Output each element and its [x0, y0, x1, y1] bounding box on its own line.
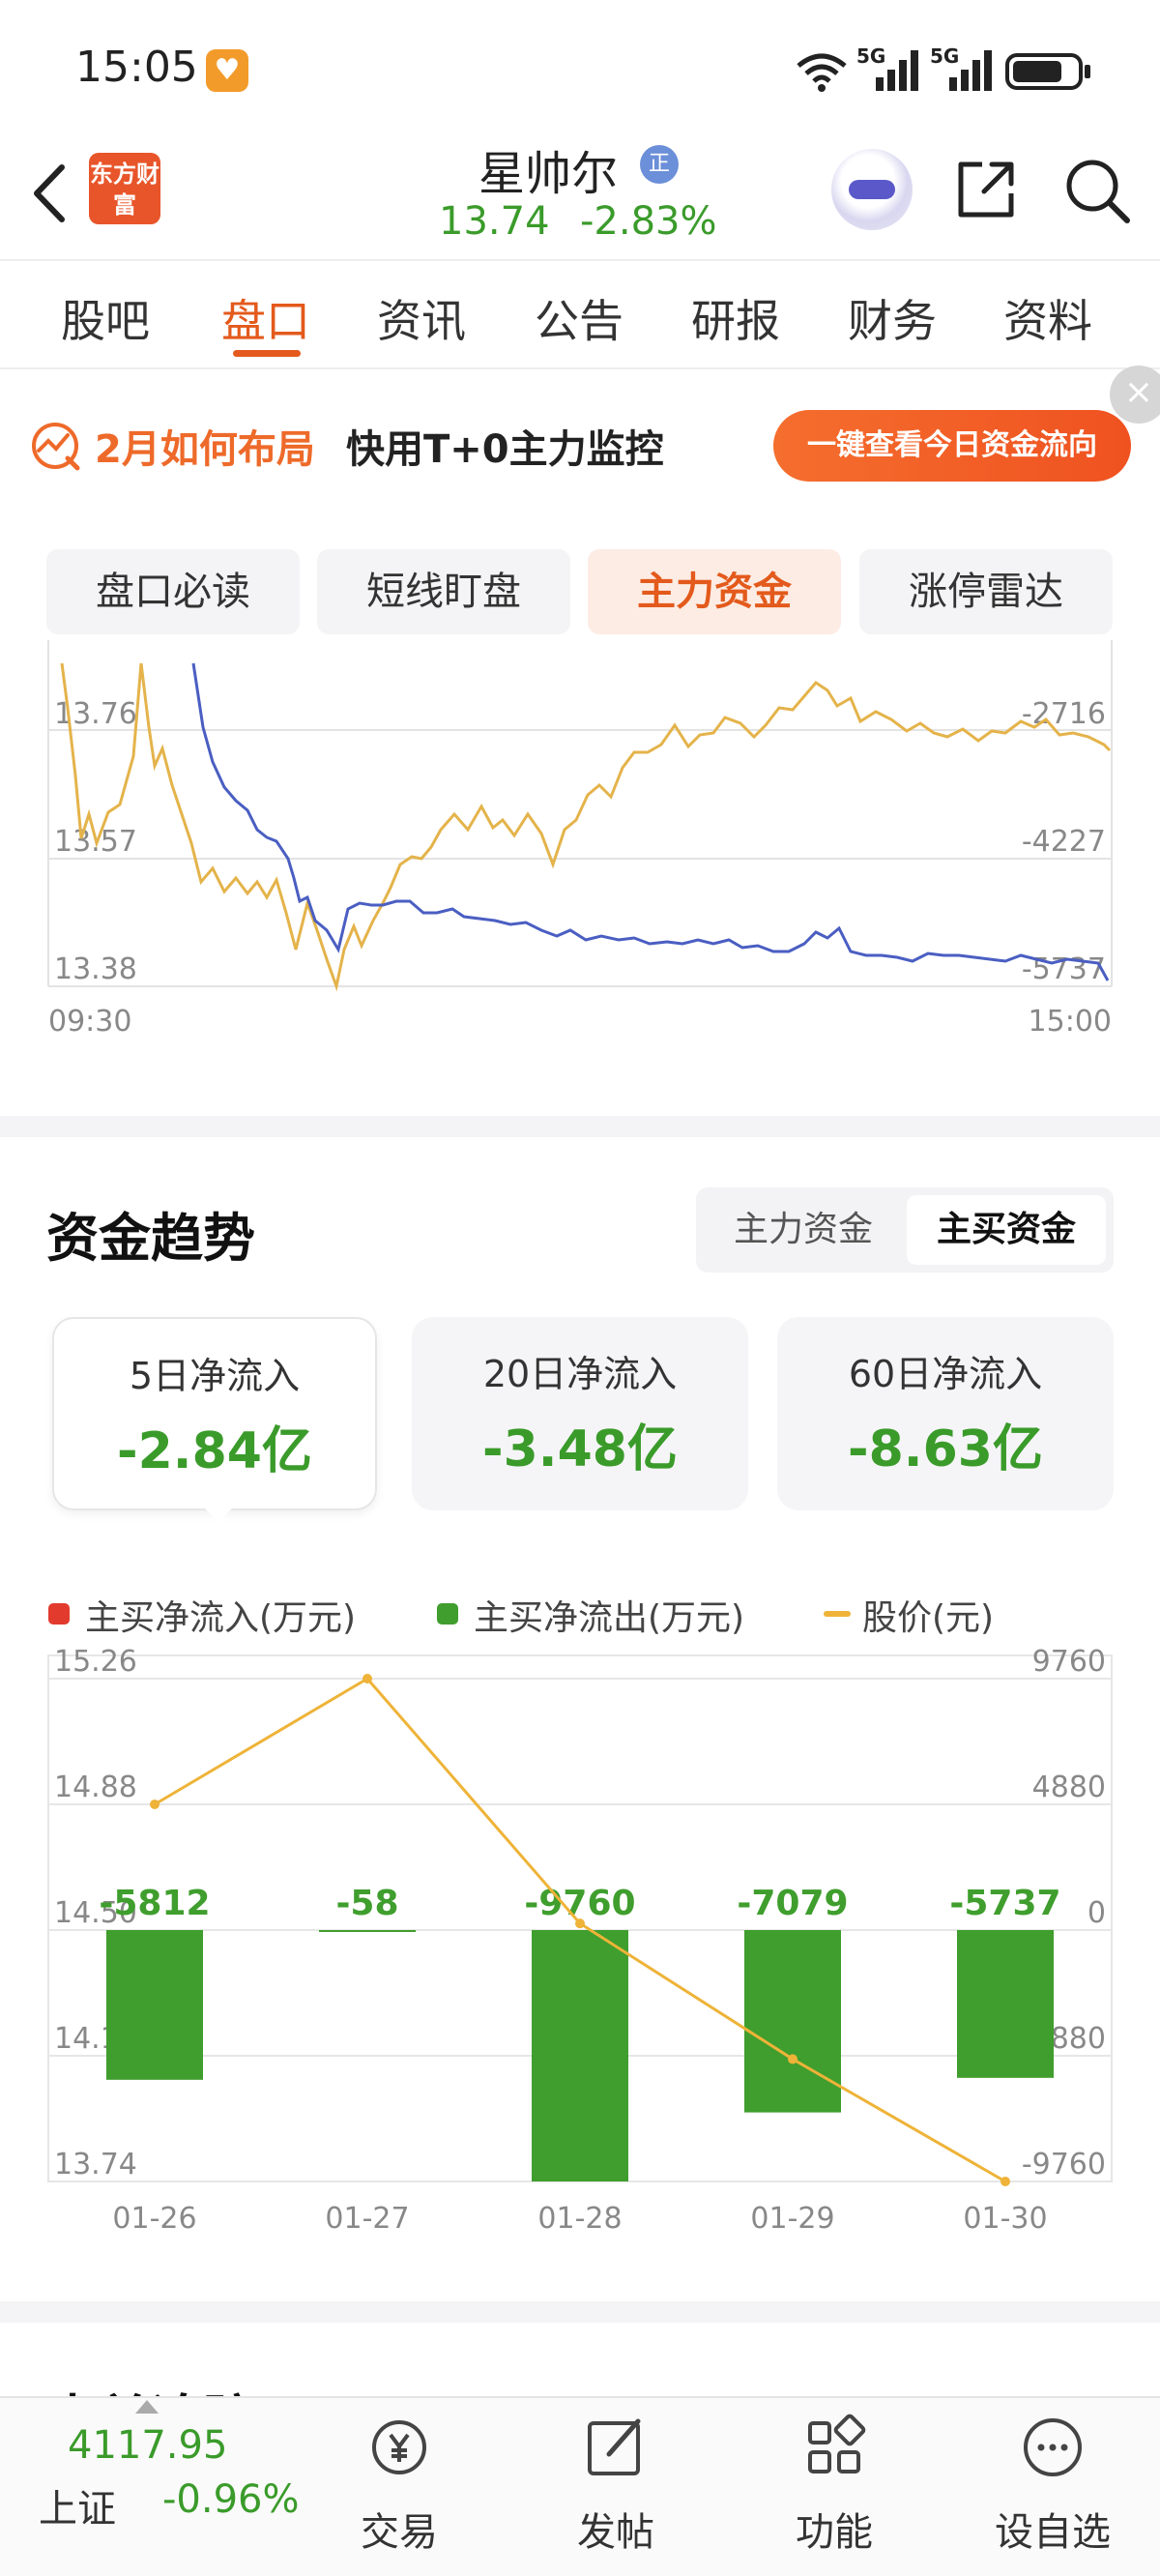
nav-functions[interactable]: 功能 [762, 2398, 907, 2576]
intraday-price-line [60, 662, 1112, 992]
tab-profile[interactable]: 资料 [1003, 286, 1092, 350]
battery-icon [1005, 53, 1090, 90]
signal-icon-1 [876, 50, 918, 91]
stock-price: 13.74 [439, 199, 550, 244]
banner-title: 2月如何布局 [95, 427, 315, 472]
right-axis-tick: 0 [1088, 1896, 1106, 1930]
price-point[interactable] [1000, 2177, 1010, 2186]
app-notification-icon: ♥ [206, 49, 248, 92]
grid-apps-icon [808, 2414, 866, 2474]
bar-value-label: -7079 [737, 1884, 848, 1923]
ai-assistant-avatar[interactable] [831, 149, 913, 230]
stock-header: 东方财富 星帅尔 正 13.74 -2.83% [0, 135, 1160, 259]
fund-trend-section: 资金趋势 主力资金 主买资金 5日净流入 -2.84亿 20日净流入 -3.48… [0, 1137, 1160, 2301]
intraday-fund-chart: 13.76 13.57 13.38 -2716 -4227 -5737 09:3… [0, 640, 1160, 1116]
share-icon[interactable] [953, 155, 1021, 222]
subtab-must-read[interactable]: 盘口必读 [46, 549, 300, 634]
index-name[interactable]: 上证 [39, 2477, 116, 2533]
main-tabs: 股吧 盘口 资讯 公告 研报 财务 资料 [0, 259, 1160, 369]
x-axis-label: 01-27 [325, 2202, 409, 2236]
left-axis-tick: 13.74 [54, 2148, 137, 2181]
bar-value-label: -9760 [524, 1884, 635, 1923]
flow-bar[interactable] [744, 1930, 841, 2113]
right-axis-tick: 4880 [1032, 1771, 1106, 1804]
edit-icon [588, 2418, 641, 2475]
stock-change-pct: -2.83% [580, 199, 717, 244]
nav-label: 发帖 [577, 2510, 654, 2555]
flow-bar[interactable] [532, 1930, 628, 2181]
search-icon[interactable] [1061, 155, 1133, 226]
tab-announcements[interactable]: 公告 [535, 286, 624, 350]
left-axis-tick: 15.26 [54, 1645, 137, 1679]
right-axis-tick: 9760 [1032, 1645, 1106, 1679]
chart-monitor-icon [32, 423, 80, 471]
x-axis-label: 01-26 [112, 2202, 196, 2236]
intraday-time-end: 15:00 [1029, 1005, 1112, 1039]
signal-icon-2 [949, 50, 992, 91]
banner-cta-button[interactable]: 一键查看今日资金流向 [773, 410, 1131, 482]
nav-label: 交易 [361, 2510, 438, 2555]
tab-finance[interactable]: 财务 [848, 286, 937, 350]
x-axis-label: 01-30 [963, 2202, 1047, 2236]
x-axis-label: 01-29 [750, 2202, 834, 2236]
banner-subtitle: 快用T+0主力监控 [346, 427, 664, 472]
status-time: 15:05 [75, 43, 198, 92]
index-value[interactable]: 4117.95 [68, 2423, 227, 2468]
left-axis-tick: 14.88 [54, 1771, 137, 1804]
intraday-fund-line [191, 662, 1110, 981]
tab-research[interactable]: 研报 [691, 286, 780, 350]
nav-trade[interactable]: 交易 [327, 2398, 472, 2576]
promo-banner[interactable]: 2月如何布局 快用T+0主力监控 一键查看今日资金流向 × [0, 366, 1160, 501]
expand-caret-icon[interactable] [135, 2400, 159, 2414]
brand-logo[interactable]: 东方财富 [89, 153, 160, 224]
bottom-bar: 4117.95 上证 -0.96% 交易 发帖 功能 设自选 [0, 2396, 1160, 2576]
subtab-limit-radar[interactable]: 涨停雷达 [859, 549, 1113, 634]
status-bar: 15:05 ♥ 5G 5G [0, 0, 1160, 135]
next-section: 大单追踪 [0, 2323, 1160, 2400]
x-axis-label: 01-28 [537, 2202, 622, 2236]
price-point[interactable] [362, 1674, 372, 1683]
stock-badge: 正 [640, 145, 679, 184]
price-point[interactable] [788, 2054, 798, 2064]
close-icon[interactable]: × [1110, 366, 1160, 424]
bar-value-label: -5812 [99, 1884, 210, 1923]
sub-tabs: 盘口必读 短线盯盘 主力资金 涨停雷达 [0, 501, 1160, 640]
price-point[interactable] [575, 1918, 585, 1929]
flow-bar[interactable] [319, 1930, 416, 1932]
wifi-icon [797, 53, 847, 92]
back-arrow-icon[interactable] [25, 160, 73, 227]
intraday-time-start: 09:30 [48, 1005, 131, 1039]
right-axis-tick: -9760 [1022, 2148, 1106, 2181]
bar-value-label: -5737 [949, 1884, 1060, 1923]
stock-name: 星帅尔 [478, 147, 619, 201]
price-point[interactable] [150, 1800, 160, 1809]
tab-guba[interactable]: 股吧 [61, 286, 150, 350]
more-dots-icon [1024, 2418, 1082, 2476]
nav-label: 设自选 [995, 2510, 1111, 2555]
bar-value-label: -58 [335, 1884, 398, 1923]
nav-post[interactable]: 发帖 [543, 2398, 688, 2576]
nav-label: 功能 [796, 2510, 873, 2555]
tab-pankou[interactable]: 盘口 [221, 286, 310, 350]
tab-news[interactable]: 资讯 [377, 286, 466, 350]
flow-bar[interactable] [106, 1930, 203, 2080]
fund-flow-bar-chart: 15.2614.8814.5014.1213.74 976048800-4880… [47, 1645, 1113, 2236]
intraday-right-tick: -4227 [1022, 825, 1106, 859]
index-change[interactable]: -0.96% [162, 2477, 300, 2522]
subtab-main-funds[interactable]: 主力资金 [588, 549, 841, 634]
intraday-left-tick: 13.38 [54, 952, 137, 986]
nav-add-watchlist[interactable]: 设自选 [980, 2398, 1125, 2576]
flow-bar[interactable] [957, 1930, 1054, 2078]
active-tab-indicator [233, 350, 301, 357]
yen-exchange-icon [372, 2420, 426, 2474]
subtab-short-watch[interactable]: 短线盯盘 [317, 549, 570, 634]
